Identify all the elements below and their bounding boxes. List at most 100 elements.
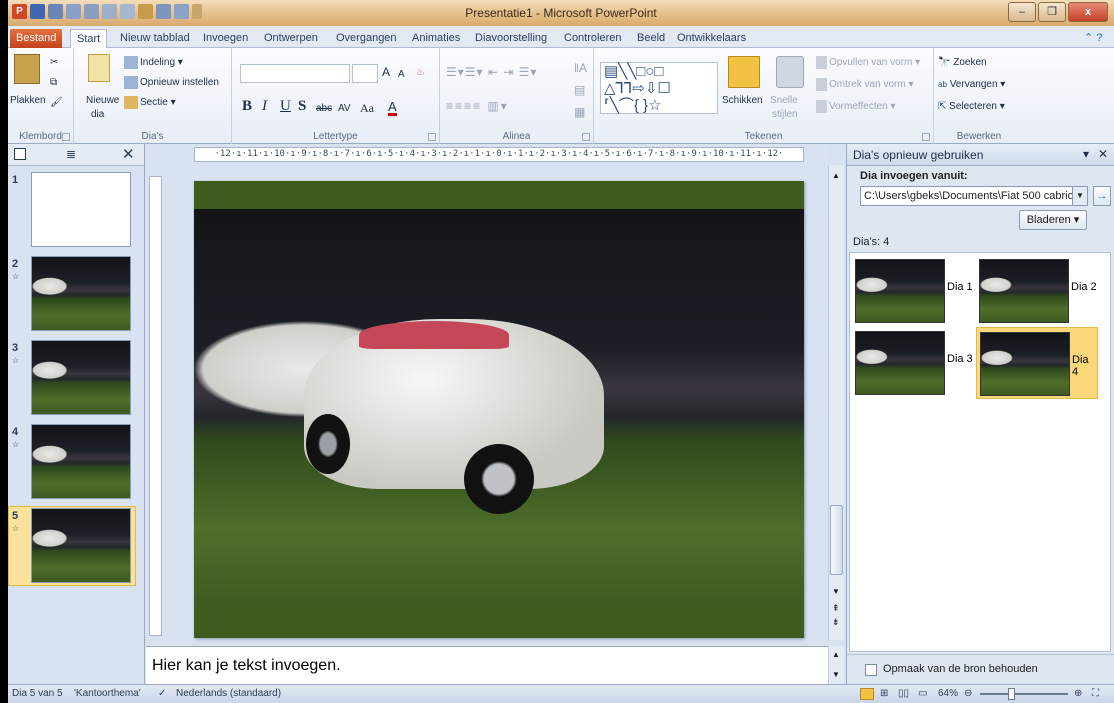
tab-view[interactable]: Beeld: [631, 29, 671, 48]
arrange-button[interactable]: Schikken: [722, 94, 763, 107]
slide-thumbnail-3[interactable]: 3 ☆: [8, 338, 145, 418]
minimize-button[interactable]: –: [1008, 2, 1036, 22]
arrange-icon[interactable]: [728, 56, 760, 88]
normal-view-icon[interactable]: [860, 688, 874, 700]
reset-button[interactable]: Opnieuw instellen: [124, 76, 219, 89]
next-slide-icon[interactable]: ⇟: [832, 617, 840, 628]
change-case-button[interactable]: Aa: [360, 102, 374, 115]
clipboard-launcher-icon[interactable]: [62, 133, 70, 141]
char-spacing-button[interactable]: AV: [338, 102, 351, 115]
section-button[interactable]: Sectie ▾: [124, 96, 176, 109]
zoom-slider-thumb[interactable]: [1008, 688, 1015, 700]
font-color-button[interactable]: A: [388, 100, 397, 116]
tab-start[interactable]: Start: [70, 29, 108, 48]
fit-slide-icon[interactable]: ⛶: [1092, 688, 1099, 699]
zoom-out-icon[interactable]: ⊖: [964, 688, 972, 699]
grow-font-button[interactable]: A: [382, 66, 390, 79]
path-dropdown-icon[interactable]: ▼: [1072, 187, 1087, 205]
slide-thumbnail-4[interactable]: 4 ☆: [8, 422, 145, 502]
find-button[interactable]: 🔭 Zoeken: [938, 56, 987, 69]
maximize-button[interactable]: ❐: [1038, 2, 1066, 22]
new-slide-icon[interactable]: [88, 54, 110, 82]
smartart-icon[interactable]: ▦: [574, 106, 585, 119]
italic-button[interactable]: I: [262, 99, 267, 114]
shadow-button[interactable]: S: [298, 99, 306, 114]
align-icons[interactable]: ≡≡≡≡ ▥▾: [446, 100, 509, 113]
reuse-slide-4[interactable]: Dia 4: [976, 327, 1098, 399]
shrink-font-button[interactable]: A: [398, 68, 405, 81]
bullets-icon[interactable]: ☰▾☰▾ ⇤ ⇥ ☰▾: [446, 66, 537, 79]
notes-pane[interactable]: Hier kan je tekst invoegen.: [146, 646, 828, 684]
notes-placeholder[interactable]: Hier kan je tekst invoegen.: [152, 657, 341, 675]
underline-button[interactable]: U: [280, 99, 291, 114]
new-slide-button-2[interactable]: dia: [91, 108, 104, 121]
reuse-slide-3[interactable]: Dia 3: [852, 327, 974, 399]
help-icon[interactable]: ⌃ ?: [1078, 29, 1108, 48]
scroll-down-icon[interactable]: ▼: [832, 587, 840, 596]
tab-developer[interactable]: Ontwikkelaars: [671, 29, 752, 48]
keep-format-option[interactable]: Opmaak van de bron behouden: [847, 654, 1114, 684]
paste-icon[interactable]: [14, 54, 40, 84]
vertical-scrollbar[interactable]: ▲ ▼ ⇞ ⇟: [828, 165, 844, 640]
bold-button[interactable]: B: [242, 99, 252, 114]
slide-canvas[interactable]: [194, 181, 804, 638]
slideshow-view-icon[interactable]: ▭: [918, 688, 927, 699]
strikethrough-button[interactable]: abc: [316, 102, 332, 115]
shape-outline-button[interactable]: Omtrek van vorm ▾: [816, 78, 914, 91]
shapes-gallery[interactable]: ▤╲╲□○□ △⅂⅂⇨⇩☐ ⸢╲⌒{ }☆: [600, 62, 718, 114]
spelling-status-icon[interactable]: ✓: [158, 688, 166, 699]
quick-styles-button-2[interactable]: stijlen: [772, 108, 798, 121]
source-path-combo[interactable]: C:\Users\gbeks\Documents\Fiat 500 cabrio…: [860, 186, 1088, 206]
browse-button[interactable]: Bladeren ▾: [1019, 210, 1087, 230]
language-status[interactable]: Nederlands (standaard): [176, 688, 281, 699]
align-text-icon[interactable]: ▤: [574, 84, 585, 97]
clear-format-icon[interactable]: ♨: [416, 66, 425, 79]
cut-icon[interactable]: ✂: [50, 56, 58, 69]
shape-effects-button[interactable]: Vormeffecten ▾: [816, 100, 896, 113]
scroll-up-icon[interactable]: ▲: [832, 171, 840, 180]
reuse-slide-2[interactable]: Dia 2: [976, 255, 1098, 327]
previous-slide-icon[interactable]: ⇞: [832, 603, 840, 614]
shape-fill-button[interactable]: Opvullen van vorm ▾: [816, 56, 920, 69]
font-name-combo[interactable]: [240, 64, 350, 83]
drawing-launcher-icon[interactable]: [922, 133, 930, 141]
scroll-down-icon[interactable]: ▼: [832, 670, 840, 679]
copy-icon[interactable]: ⧉: [50, 76, 57, 89]
tab-design[interactable]: Ontwerpen: [258, 29, 324, 48]
slide-thumbnail-2[interactable]: 2 ☆: [8, 254, 145, 334]
scroll-thumb[interactable]: [830, 505, 843, 575]
keep-format-checkbox[interactable]: [865, 664, 877, 676]
reuse-slide-1[interactable]: Dia 1: [852, 255, 974, 327]
reading-view-icon[interactable]: ▯▯: [898, 688, 909, 699]
notes-scrollbar[interactable]: ▲ ▼: [828, 646, 844, 684]
select-button[interactable]: ⇱ Selecteren ▾: [938, 100, 1005, 113]
quick-styles-button[interactable]: Snelle: [770, 94, 798, 107]
car-photo[interactable]: [194, 209, 804, 609]
sorter-view-icon[interactable]: ⊞: [880, 688, 888, 699]
outline-tab-icon[interactable]: ≣: [66, 147, 76, 161]
zoom-level[interactable]: 64%: [938, 688, 958, 699]
font-size-combo[interactable]: [352, 64, 378, 83]
quick-styles-icon[interactable]: [776, 56, 804, 88]
pane-close-icon[interactable]: ✕: [1098, 147, 1108, 161]
paste-button[interactable]: Plakken: [10, 94, 46, 107]
paragraph-launcher-icon[interactable]: [582, 133, 590, 141]
zoom-in-icon[interactable]: ⊕: [1074, 688, 1082, 699]
panel-close-icon[interactable]: ✕: [122, 145, 135, 163]
tab-insert[interactable]: Invoegen: [197, 29, 254, 48]
layout-button[interactable]: Indeling ▾: [124, 56, 183, 69]
close-button[interactable]: x: [1068, 2, 1108, 22]
tab-animations[interactable]: Animaties: [406, 29, 466, 48]
go-arrow-button[interactable]: →: [1093, 186, 1111, 206]
tab-file[interactable]: Bestand: [10, 29, 63, 48]
text-direction-icon[interactable]: ‖A: [574, 62, 587, 75]
pane-menu-icon[interactable]: ▾: [1083, 147, 1089, 161]
slide-thumbnail-1[interactable]: 1: [8, 170, 145, 250]
tab-new[interactable]: Nieuw tabblad: [114, 29, 196, 48]
slides-tab-icon[interactable]: [14, 148, 26, 160]
font-launcher-icon[interactable]: [428, 133, 436, 141]
zoom-slider[interactable]: [980, 693, 1068, 695]
replace-button[interactable]: ab Vervangen ▾: [938, 78, 1005, 91]
theme-status[interactable]: 'Kantoorthema': [74, 688, 141, 699]
new-slide-button[interactable]: Nieuwe: [86, 94, 119, 107]
